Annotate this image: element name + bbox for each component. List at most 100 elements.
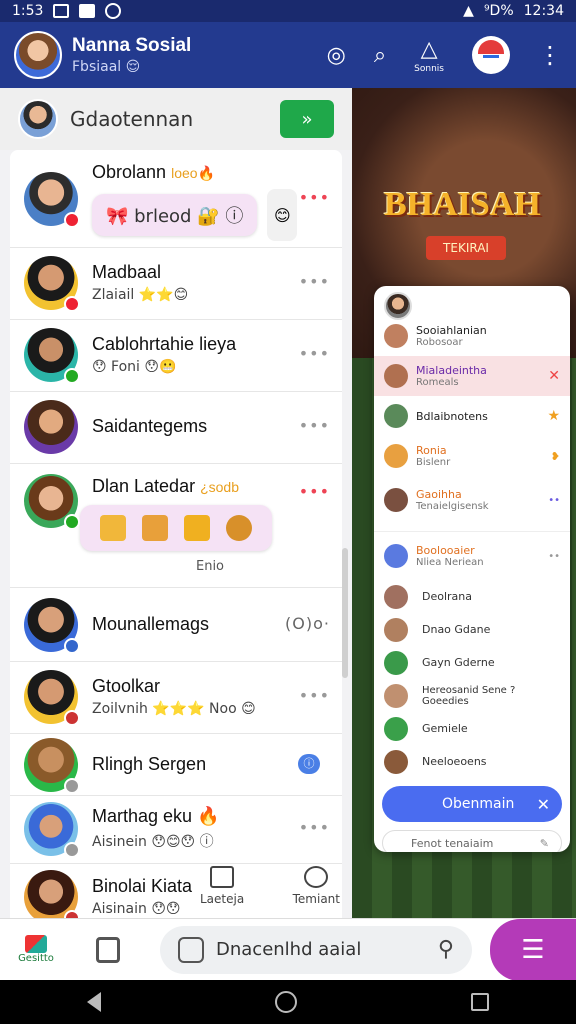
profile-avatar[interactable] — [14, 31, 62, 79]
chat-tabs: Laeteja Temiant — [200, 866, 340, 906]
avatar — [384, 683, 408, 708]
contact-name: Gayn Gderne — [422, 656, 495, 669]
open-button[interactable]: Obenmain ✕ — [382, 786, 562, 822]
list-item[interactable]: Madbaal Zlaiail ⭐⭐😊 ••• — [10, 248, 342, 320]
contact-row[interactable]: Gemiele — [374, 712, 570, 745]
avatar — [384, 716, 408, 741]
chat-button[interactable] — [72, 936, 144, 963]
scrollbar[interactable] — [342, 548, 348, 678]
expand-button[interactable]: » — [280, 100, 334, 138]
popup-input-text: Fenot tenaiaim — [411, 836, 494, 850]
group-title: Boolooaier — [416, 544, 475, 557]
bottom-search-text: Dnacenlhd aaial — [216, 939, 362, 960]
more-icon[interactable]: ••• — [299, 482, 330, 501]
list-item[interactable]: Mounallemags (O)o· — [10, 588, 342, 662]
avatar — [24, 400, 78, 454]
more-icon[interactable]: ••• — [299, 272, 330, 291]
contact-row[interactable]: Dnao Gdane — [374, 613, 570, 646]
menu-button[interactable]: ☰ — [490, 919, 576, 981]
more-icon[interactable]: •• — [548, 495, 560, 506]
message-bubble[interactable]: 🎀 brleod 🔐 ⓘ — [92, 194, 258, 236]
recents-icon[interactable] — [471, 993, 489, 1011]
popup-row-sub: Tenaielgisensk — [416, 501, 489, 512]
star-icon[interactable]: ★ — [547, 408, 560, 424]
bot-icon[interactable] — [472, 36, 510, 74]
contact-row[interactable]: Deolrana — [374, 580, 570, 613]
more-icon[interactable]: ••• — [299, 686, 330, 705]
chat-name: Madbaal — [92, 262, 162, 282]
contact-row[interactable]: Neeloeoens — [374, 745, 570, 778]
list-item[interactable]: Rlingh Sergen ⓘ — [10, 734, 342, 796]
popup-row-title: Mialadeintha — [416, 364, 487, 377]
bottom-bar: Gesitto Dnacenlhd aaial ⚲ ☰ — [0, 918, 576, 981]
more-icon[interactable]: ••• — [299, 344, 330, 363]
contact-name: Gemiele — [422, 722, 468, 735]
app-title: Nanna Sosial — [72, 35, 192, 56]
chat-subtitle: Zoilvnih ⭐⭐⭐ Noo 😊 — [92, 701, 256, 717]
edit-icon[interactable]: ✎ — [540, 837, 549, 850]
popup-row[interactable]: Ronia Bislenr ❥ — [374, 436, 570, 476]
bottom-search[interactable]: Dnacenlhd aaial ⚲ — [160, 925, 472, 974]
list-item[interactable]: Saidantegems ••• — [10, 392, 342, 464]
info-badge[interactable]: ⓘ — [298, 754, 320, 774]
list-item[interactable]: Gtoolkar Zoilvnih ⭐⭐⭐ Noo 😊 ••• — [10, 662, 342, 734]
notification-icon — [105, 3, 122, 19]
avatar — [384, 324, 408, 348]
chat-name: Gtoolkar — [92, 676, 161, 696]
more-icon[interactable]: ••• — [299, 818, 330, 837]
list-item[interactable]: Cablohrtahie lieya 😯 Foni 😯😬 ••• — [10, 320, 342, 392]
briefcase-icon — [79, 4, 96, 18]
heart-icon — [304, 866, 329, 888]
group-row[interactable]: Boolooaier Nliea Neriean •• — [374, 532, 570, 580]
more-icon[interactable]: ••• — [299, 188, 330, 207]
chat-subtitle: Aisinein 😯😊😯 ⓘ — [92, 834, 214, 850]
status-bar: 1:53 ▲ ⁹D% 12:34 — [0, 0, 576, 22]
back-icon[interactable] — [87, 992, 101, 1012]
avatar — [24, 474, 80, 530]
open-button-label: Obenmain — [442, 796, 515, 812]
contact-row[interactable]: Hereosanid Sene ? Goeedies — [374, 679, 570, 712]
tab-left[interactable]: Laeteja — [200, 866, 244, 906]
search-icon[interactable]: ⌕ — [374, 43, 386, 68]
popup-input[interactable]: Fenot tenaiaim ✎ — [382, 830, 562, 852]
game-logo: BHAISAH — [384, 186, 541, 223]
home-button[interactable]: Gesitto — [0, 935, 72, 964]
avatar — [24, 172, 80, 228]
search-icon[interactable]: ⚲ — [438, 937, 454, 962]
popup-row[interactable]: Mialadeintha Romeals ✕ — [374, 356, 570, 396]
close-icon[interactable]: ✕ — [548, 368, 560, 384]
popup-row-sub: Romeals — [416, 377, 459, 388]
more-icon[interactable]: ••• — [299, 416, 330, 435]
tab-right[interactable]: Temiant — [293, 866, 340, 906]
emoji-icon[interactable]: 😊 — [267, 189, 298, 241]
more-icon[interactable]: •• — [548, 551, 560, 562]
avatar — [24, 598, 80, 654]
list-item[interactable]: Marthag eku 🔥 Aisinein 😯😊😯 ⓘ ••• — [10, 796, 342, 864]
image-icon — [53, 4, 70, 18]
chat-name: Marthag eku 🔥 — [92, 806, 220, 826]
game-tag: TEKIRAI — [426, 236, 506, 260]
sonnis-button[interactable]: △ Sonnis — [414, 37, 444, 74]
avatar — [24, 256, 80, 312]
popup-row[interactable]: Bdlaibnotens ★ — [374, 396, 570, 436]
chat-panel: Gdaotennan » Obrolann loeo🔥 🎀 brleod 🔐 ⓘ… — [0, 88, 352, 918]
close-icon[interactable]: ✕ — [537, 795, 550, 814]
avatar — [384, 650, 408, 675]
list-item[interactable]: Dlan Latedar ¿sodb Enio ••• — [10, 464, 342, 588]
sticker-bubble[interactable] — [80, 505, 272, 551]
chat-tag: ¿sodb — [200, 479, 240, 495]
wifi-icon: ▲ — [463, 3, 474, 19]
wifi-share-icon[interactable]: ◎ — [327, 43, 346, 68]
contact-row[interactable]: Gayn Gderne — [374, 646, 570, 679]
list-item[interactable]: Obrolann loeo🔥 🎀 brleod 🔐 ⓘ 😊 ••• — [10, 150, 342, 248]
more-options-icon[interactable]: ⋮ — [538, 41, 562, 69]
avatar — [384, 444, 408, 468]
user-avatar[interactable] — [18, 99, 58, 139]
sticker-icon — [226, 515, 252, 541]
popup-row-title: Gaoihha — [416, 488, 462, 501]
popup-row[interactable]: Sooiahlanian Robosoar — [374, 316, 570, 356]
avatar — [24, 870, 80, 918]
popup-row[interactable]: Gaoihha Tenaielgisensk •• — [374, 476, 570, 524]
home-icon[interactable] — [275, 991, 297, 1013]
chat-name: Obrolann — [92, 162, 167, 182]
